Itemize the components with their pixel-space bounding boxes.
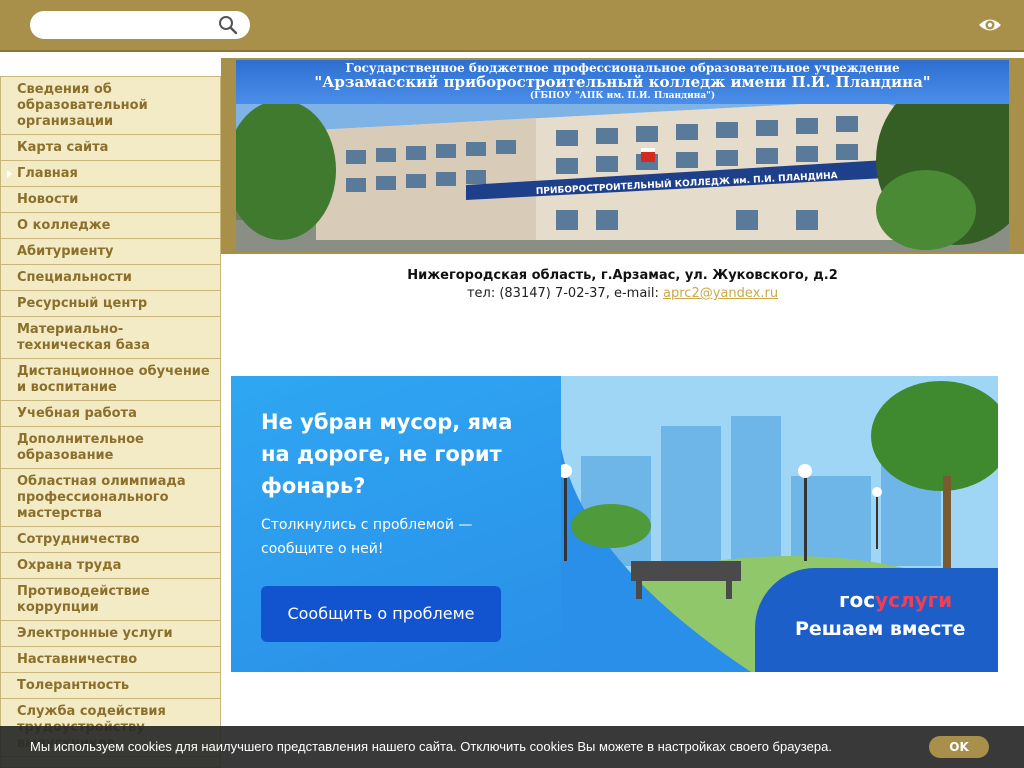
sidebar-item-specialties[interactable]: Специальности [1, 265, 220, 291]
sidebar-item-sitemap[interactable]: Карта сайта [1, 135, 220, 161]
sidebar-item-anti-corruption[interactable]: Противодействие коррупции [1, 579, 220, 621]
banner-line-2: "Арзамасский приборостроительный колледж… [314, 73, 931, 91]
sidebar-item-org-info[interactable]: Сведения об образовательной организации [1, 77, 220, 135]
sidebar-item-about[interactable]: О колледже [1, 213, 220, 239]
college-building-image: ПРИБОРОСТРОИТЕЛЬНЫЙ КОЛЛЕДЖ им. П.И. ПЛА… [236, 60, 1009, 252]
sidebar-item-labor-safety[interactable]: Охрана труда [1, 553, 220, 579]
search-icon[interactable] [218, 15, 238, 35]
banner-line-3: (ГБПОУ "АПК им. П.И. Пландина") [529, 91, 716, 101]
eye-icon[interactable] [978, 16, 1002, 34]
gosuslugi-logo-gos: гос [839, 588, 876, 612]
sidebar-item-applicants[interactable]: Абитуриенту [1, 239, 220, 265]
sidebar-item-e-services[interactable]: Электронные услуги [1, 621, 220, 647]
report-problem-button[interactable]: Сообщить о проблеме [261, 586, 501, 642]
cookie-ok-button[interactable]: OK [929, 736, 989, 758]
sidebar-item-facilities[interactable]: Материально-техническая база [1, 317, 220, 359]
gosuslugi-heading: Не убран мусор, яма на дороге, не горит … [261, 410, 513, 498]
gosuslugi-motto: Решаем вместе [795, 618, 966, 640]
gosuslugi-logo-uslugi: услуги [875, 588, 953, 612]
gosuslugi-logo: госуслуги [839, 588, 952, 612]
phone-text: тел: (83147) 7-02-37, e-mail: [466, 286, 664, 301]
search-box[interactable] [30, 11, 250, 39]
gosuslugi-brand-panel: госуслуги Решаем вместе [755, 568, 998, 672]
top-bar [0, 0, 1024, 52]
gosuslugi-subtext: Столкнулись с проблемой — сообщите о ней… [261, 517, 473, 557]
sidebar-item-tolerance[interactable]: Толерантность [1, 673, 220, 699]
sidebar-item-olympiad[interactable]: Областная олимпиада профессионального ма… [1, 469, 220, 527]
sidebar-item-resource-center[interactable]: Ресурсный центр [1, 291, 220, 317]
banner-title-strip: Государственное бюджетное профессиональн… [236, 60, 1009, 104]
search-input[interactable] [42, 15, 212, 35]
sidebar-item-mentoring[interactable]: Наставничество [1, 647, 220, 673]
sidebar-nav: Сведения об образовательной организации … [0, 76, 221, 768]
gosuslugi-banner[interactable]: Не убран мусор, яма на дороге, не горит … [231, 376, 998, 672]
contact-line: тел: (83147) 7-02-37, e-mail: aprc2@yand… [221, 286, 1024, 301]
email-link[interactable]: aprc2@yandex.ru [663, 286, 778, 301]
sidebar-item-distance-learning[interactable]: Дистанционное обучение и воспитание [1, 359, 220, 401]
cookie-message: Мы используем cookies для наилучшего пре… [30, 739, 832, 754]
cookie-consent-bar: Мы используем cookies для наилучшего пре… [0, 726, 1024, 768]
sidebar-item-cooperation[interactable]: Сотрудничество [1, 527, 220, 553]
sidebar-item-academic[interactable]: Учебная работа [1, 401, 220, 427]
header-banner: ПРИБОРОСТРОИТЕЛЬНЫЙ КОЛЛЕДЖ им. П.И. ПЛА… [221, 58, 1024, 254]
sidebar-item-home[interactable]: Главная [1, 161, 220, 187]
address-line: Нижегородская область, г.Арзамас, ул. Жу… [407, 268, 838, 283]
sidebar-item-news[interactable]: Новости [1, 187, 220, 213]
sidebar-item-additional-education[interactable]: Дополнительное образование [1, 427, 220, 469]
